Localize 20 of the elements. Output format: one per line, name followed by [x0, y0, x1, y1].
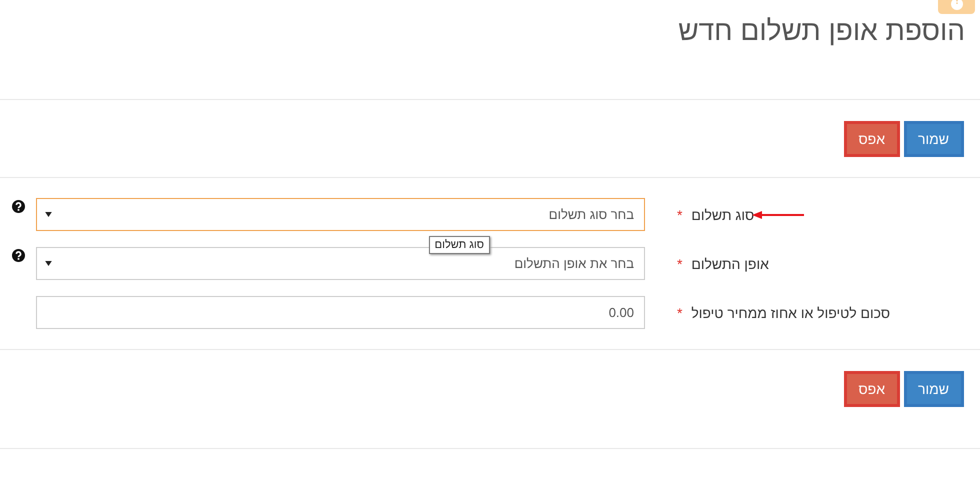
- tooltip: סוג תשלום: [428, 236, 490, 254]
- reset-button[interactable]: אפס: [844, 371, 900, 407]
- page-title: הוספת אופן תשלום חדש: [678, 16, 965, 46]
- caret-icon: [45, 212, 52, 217]
- save-button[interactable]: שמור: [904, 371, 964, 407]
- field-label: אופן התשלום: [691, 256, 769, 272]
- save-button[interactable]: שמור: [904, 121, 964, 157]
- select-field[interactable]: בחר את אופן התשלום: [36, 247, 645, 280]
- select-field[interactable]: בחר סוג תשלום: [36, 198, 645, 231]
- help-icon[interactable]: [12, 200, 24, 213]
- field-label: סוג תשלום: [691, 206, 754, 222]
- caret-icon: [45, 261, 52, 266]
- help-icon[interactable]: [12, 249, 24, 262]
- input-field[interactable]: 0.00: [36, 296, 645, 329]
- field-label: סכום לטיפול או אחוז ממחיר טיפול: [691, 304, 890, 320]
- reset-button[interactable]: אפס: [844, 121, 900, 157]
- required-asterisk: *: [677, 304, 682, 320]
- required-asterisk: *: [677, 206, 682, 222]
- info-icon: [950, 0, 962, 10]
- required-asterisk: *: [677, 256, 682, 272]
